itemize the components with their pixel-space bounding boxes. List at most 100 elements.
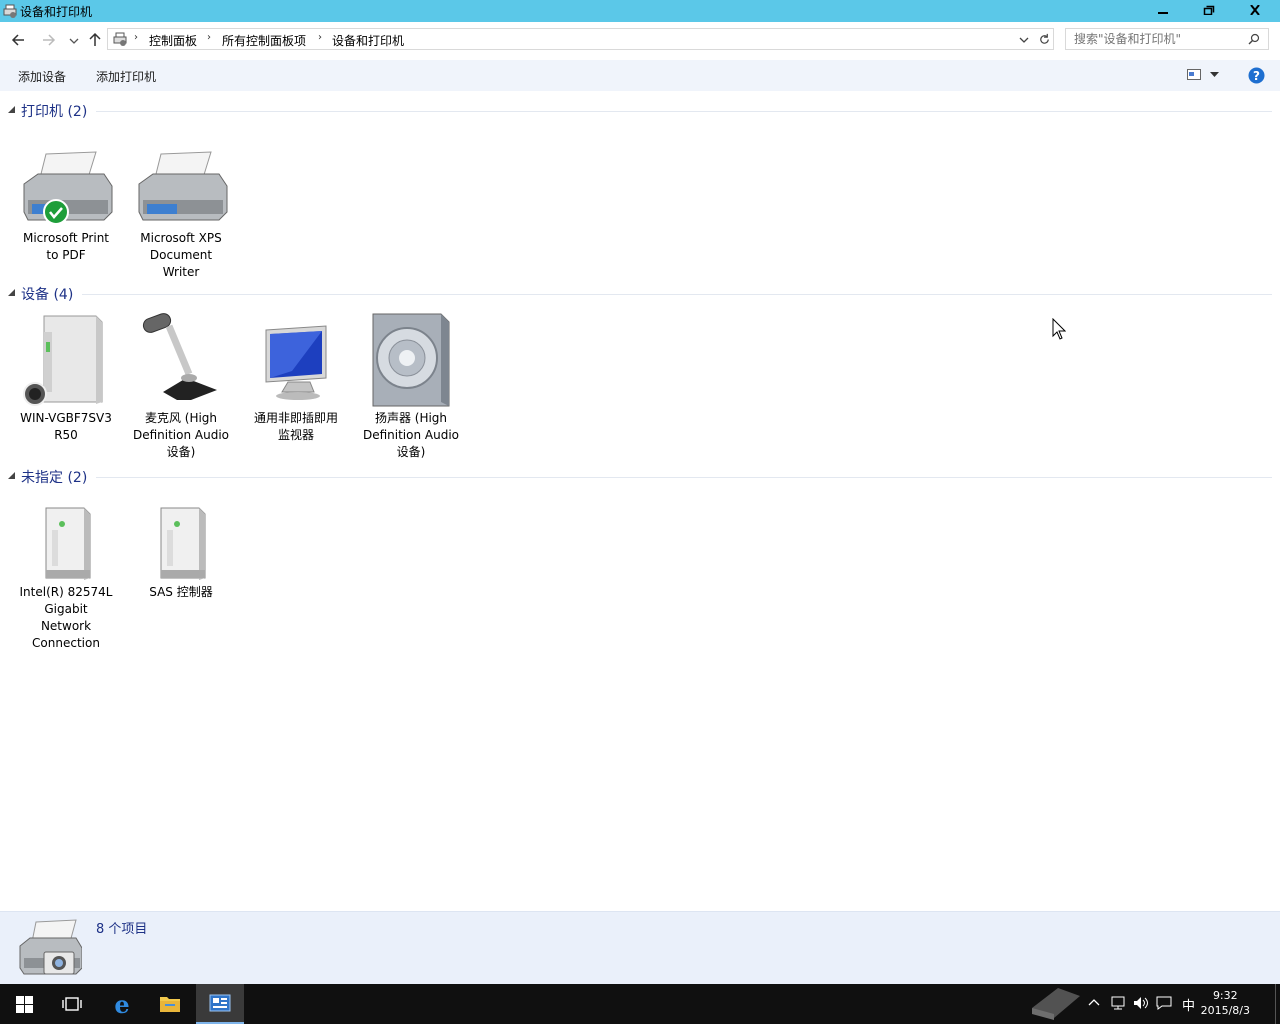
device-name-line: 监视器 bbox=[277, 428, 314, 442]
clock-date: 2015/8/3 bbox=[1200, 1004, 1250, 1017]
group-divider bbox=[96, 111, 1272, 112]
device-name-line: 扬声器 (High bbox=[374, 411, 448, 425]
device-name-line: 设备) bbox=[166, 445, 196, 459]
folder-icon bbox=[160, 997, 180, 1012]
show-desktop-button[interactable] bbox=[1275, 984, 1280, 1024]
restore-icon bbox=[1203, 5, 1215, 16]
device-name-line: Intel(R) 82574L bbox=[19, 585, 113, 599]
task-view-icon bbox=[62, 997, 82, 1011]
volume-icon[interactable] bbox=[1132, 995, 1150, 1011]
speaker-icon bbox=[372, 313, 450, 407]
file-explorer-button[interactable] bbox=[146, 984, 194, 1024]
search-icon[interactable] bbox=[1248, 33, 1260, 45]
windows-logo-icon bbox=[16, 996, 33, 1013]
search-box[interactable] bbox=[1065, 28, 1269, 50]
breadcrumb-all-items[interactable]: 所有控制面板项 bbox=[222, 32, 306, 49]
device-name-line: WIN-VGBF7SV3 bbox=[20, 411, 112, 425]
breadcrumb-devices-printers[interactable]: 设备和打印机 bbox=[332, 32, 404, 49]
view-options-icon[interactable] bbox=[1187, 69, 1201, 80]
device-name-line: Gigabit bbox=[44, 602, 88, 616]
minimize-button[interactable] bbox=[1140, 0, 1186, 21]
device-name-line: 设备) bbox=[396, 445, 426, 459]
back-arrow-icon[interactable] bbox=[9, 30, 29, 50]
control-panel-icon bbox=[209, 994, 231, 1012]
close-button[interactable] bbox=[1232, 0, 1278, 21]
microphone-icon bbox=[142, 313, 217, 400]
edge-browser-button[interactable]: e bbox=[98, 984, 146, 1024]
task-view-button[interactable] bbox=[48, 984, 96, 1024]
device-item-computer[interactable]: WIN-VGBF7SV3 R50 bbox=[13, 312, 119, 444]
device-name-line: Microsoft XPS bbox=[140, 231, 222, 245]
breadcrumb-separator: › bbox=[134, 32, 138, 43]
devices-printers-large-icon bbox=[19, 919, 82, 975]
network-icon[interactable] bbox=[1110, 995, 1126, 1011]
device-name-line: Document bbox=[149, 248, 213, 262]
device-name-line: SAS 控制器 bbox=[149, 585, 213, 599]
clock-time: 9:32 bbox=[1212, 989, 1238, 1002]
device-item-speaker[interactable]: 扬声器 (High Definition Audio 设备) bbox=[358, 312, 464, 461]
navigation-bar: › 控制面板 › 所有控制面板项 › 设备和打印机 bbox=[0, 22, 1280, 59]
add-printer-button[interactable]: 添加打印机 bbox=[96, 68, 156, 85]
add-device-button[interactable]: 添加设备 bbox=[18, 68, 66, 85]
printer-icon bbox=[23, 151, 113, 225]
system-tray: 中 bbox=[1086, 984, 1206, 1024]
breadcrumb-control-panel[interactable]: 控制面板 bbox=[149, 32, 197, 49]
device-name-line: R50 bbox=[54, 428, 78, 442]
device-name-line: Microsoft Print bbox=[22, 231, 110, 245]
device-item-network-adapter[interactable]: Intel(R) 82574L Gigabit Network Connecti… bbox=[13, 504, 119, 652]
start-button[interactable] bbox=[0, 984, 48, 1024]
device-name-line: 麦克风 (High bbox=[144, 411, 218, 425]
group-header-printers[interactable]: 打印机 (2) bbox=[0, 101, 1280, 121]
details-pane: 8 个项目 bbox=[0, 911, 1280, 985]
watermark-book-icon bbox=[1032, 988, 1080, 1020]
refresh-icon[interactable] bbox=[1038, 33, 1051, 46]
up-arrow-icon[interactable] bbox=[85, 30, 105, 50]
address-bar[interactable]: › 控制面板 › 所有控制面板项 › 设备和打印机 bbox=[107, 28, 1054, 50]
forward-arrow-icon[interactable] bbox=[38, 30, 58, 50]
recent-locations-chevron-icon[interactable] bbox=[64, 30, 84, 50]
svg-text:?: ? bbox=[1253, 69, 1260, 83]
device-item-sas-controller[interactable]: SAS 控制器 bbox=[128, 504, 234, 601]
device-name-line: Definition Audio bbox=[132, 428, 230, 442]
svg-text:e: e bbox=[114, 992, 129, 1016]
breadcrumb-separator[interactable]: › bbox=[318, 32, 322, 43]
edge-icon: e bbox=[114, 992, 129, 1016]
device-item-microphone[interactable]: 麦克风 (High Definition Audio 设备) bbox=[128, 312, 234, 461]
device-item-monitor[interactable]: 通用非即插即用 监视器 bbox=[243, 312, 349, 444]
device-item-xps-writer[interactable]: Microsoft XPS Document Writer bbox=[128, 150, 234, 281]
ime-indicator[interactable]: 中 bbox=[1182, 995, 1195, 1014]
action-center-icon[interactable] bbox=[1156, 995, 1172, 1011]
item-count: 8 个项目 bbox=[96, 922, 148, 937]
help-icon[interactable]: ? bbox=[1248, 67, 1265, 84]
view-dropdown-icon[interactable] bbox=[1210, 72, 1219, 78]
group-divider bbox=[96, 477, 1272, 478]
generic-device-icon bbox=[45, 507, 91, 580]
collapse-triangle-icon[interactable] bbox=[8, 106, 15, 113]
breadcrumb-separator[interactable]: › bbox=[207, 32, 211, 43]
device-item-print-to-pdf[interactable]: Microsoft Print to PDF bbox=[13, 150, 119, 264]
printer-icon bbox=[138, 151, 228, 221]
device-name-line: Definition Audio bbox=[362, 428, 460, 442]
collapse-triangle-icon[interactable] bbox=[8, 472, 15, 479]
search-input[interactable] bbox=[1074, 31, 1244, 47]
address-dropdown-icon[interactable] bbox=[1018, 34, 1030, 46]
tray-overflow-chevron-icon[interactable] bbox=[1088, 998, 1100, 1006]
collapse-triangle-icon[interactable] bbox=[8, 289, 15, 296]
device-name-line: Connection bbox=[32, 636, 100, 650]
clock[interactable]: 9:32 2015/8/3 bbox=[1201, 988, 1250, 1018]
device-name-line: to PDF bbox=[46, 248, 86, 262]
close-icon bbox=[1250, 4, 1260, 16]
group-label: 设备 (4) bbox=[21, 287, 74, 303]
window-title: 设备和打印机 bbox=[20, 5, 93, 19]
restore-button[interactable] bbox=[1186, 0, 1232, 21]
computer-tower-icon bbox=[23, 315, 103, 406]
minimize-icon bbox=[1158, 12, 1168, 14]
title-bar: 设备和打印机 bbox=[0, 0, 1280, 22]
control-panel-taskbar-button[interactable] bbox=[196, 984, 244, 1024]
group-label: 打印机 (2) bbox=[21, 104, 88, 120]
command-bar: 添加设备 添加打印机 ? bbox=[0, 60, 1280, 91]
generic-device-icon bbox=[160, 507, 206, 580]
group-header-devices[interactable]: 设备 (4) bbox=[0, 284, 1280, 304]
group-header-unspecified[interactable]: 未指定 (2) bbox=[0, 467, 1280, 487]
devices-printers-icon bbox=[3, 4, 17, 18]
